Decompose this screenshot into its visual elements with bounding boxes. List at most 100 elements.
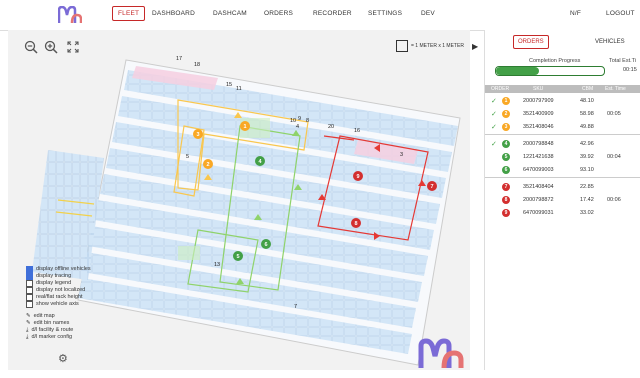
- checkbox[interactable]: [26, 294, 33, 301]
- cbm-cell: 17.42: [580, 197, 594, 203]
- map-label-11: 11: [236, 86, 242, 92]
- option-real-flat-rack-height[interactable]: real/flat rack height: [26, 294, 91, 301]
- table-row[interactable]: 9 6470099031 33.02: [485, 207, 640, 219]
- checkbox[interactable]: [26, 266, 33, 273]
- top-nav: FLEET DASHBOARD DASHCAM ORDERS RECORDER …: [0, 0, 640, 31]
- check-icon: ✓: [491, 124, 497, 131]
- table-row[interactable]: ✓ 4 2000798848 42.96: [485, 138, 640, 150]
- orders-panel: ORDERS VEHICLES Completion Progress Tota…: [484, 30, 640, 370]
- table-row[interactable]: ✓ 1 2000797909 48.10: [485, 95, 640, 107]
- svg-text:5: 5: [236, 254, 239, 260]
- option-display-not-localized[interactable]: display not localized: [26, 287, 91, 294]
- svg-text:3: 3: [196, 132, 199, 138]
- map-label-18: 18: [194, 62, 200, 68]
- table-row[interactable]: 6 6470099003 93.10: [485, 164, 640, 176]
- map-label-13: 13: [214, 262, 220, 268]
- nav-recorder[interactable]: RECORDER: [313, 10, 352, 17]
- cbm-cell: 93.10: [580, 167, 594, 173]
- cbm-cell: 49.88: [580, 124, 594, 130]
- order-number-badge: 5: [502, 153, 510, 161]
- ma-logo[interactable]: [58, 6, 82, 24]
- orders-table-header: ORDER SKU CBM Est. Time: [485, 85, 640, 93]
- nav-fleet[interactable]: FLEET: [112, 6, 146, 21]
- warehouse-map[interactable]: = 1 METER x 1 METER 17 18 15 11 5 20 16 …: [8, 30, 470, 370]
- checkbox[interactable]: [26, 280, 33, 287]
- action-download-marker-config[interactable]: ⤓ d/l marker config: [26, 334, 91, 341]
- sku-cell: 3521408046: [523, 124, 554, 130]
- order-number-badge: 8: [502, 196, 510, 204]
- total-est-time-value: 00:15: [623, 67, 637, 73]
- option-display-legend[interactable]: display legend: [26, 280, 91, 287]
- edit-icon: ✎: [26, 313, 31, 319]
- progress-fill: [496, 67, 540, 75]
- sku-cell: 3521408404: [523, 184, 554, 190]
- download-icon: ⤓: [26, 327, 29, 333]
- map-label-8: 8: [306, 118, 309, 124]
- map-options: display offline vehicles display tracing…: [26, 266, 91, 341]
- action-download-facility-route[interactable]: ⤓ d/l facility & route: [26, 327, 91, 334]
- checkbox[interactable]: [26, 273, 33, 280]
- svg-text:1: 1: [243, 124, 246, 130]
- table-row[interactable]: 8 2000798872 17.42 00:06: [485, 194, 640, 206]
- sku-cell: 6470099003: [523, 167, 554, 173]
- svg-text:2: 2: [206, 162, 209, 168]
- total-est-time-label: Total Est.Ti: [609, 58, 636, 64]
- map-label-15: 15: [226, 82, 232, 88]
- option-show-vehicle-axis[interactable]: show vehicle axis: [26, 301, 91, 308]
- table-row[interactable]: 7 3521408404 22.85: [485, 181, 640, 193]
- checkbox[interactable]: [26, 287, 33, 294]
- order-number-badge: 3: [502, 123, 510, 131]
- est-time-cell: 00:05: [607, 111, 621, 117]
- table-row[interactable]: ✓ 2 3521400909 58.98 00:05: [485, 108, 640, 120]
- settings-gear-icon[interactable]: ⚙: [58, 352, 68, 365]
- nav-orders[interactable]: ORDERS: [264, 10, 293, 17]
- table-row[interactable]: 5 1221421638 39.92 00:04: [485, 151, 640, 163]
- group-divider: [485, 177, 640, 178]
- edit-icon: ✎: [26, 320, 31, 326]
- action-edit-map[interactable]: ✎ edit map: [26, 313, 91, 320]
- est-time-cell: 00:04: [607, 154, 621, 160]
- map-label-7: 7: [294, 304, 297, 310]
- sku-cell: 3521400909: [523, 111, 554, 117]
- map-label-3: 3: [400, 152, 403, 158]
- checkbox[interactable]: [26, 301, 33, 308]
- cbm-cell: 22.85: [580, 184, 594, 190]
- map-label-20: 20: [328, 124, 334, 130]
- nav-dashcam[interactable]: DASHCAM: [213, 10, 247, 17]
- order-number-badge: 2: [502, 110, 510, 118]
- nav-dev[interactable]: DEV: [421, 10, 435, 17]
- map-label-16: 16: [354, 128, 360, 134]
- map-label-9: 9: [298, 116, 301, 122]
- sku-cell: 1221421638: [523, 154, 554, 160]
- sku-cell: 2000798872: [523, 197, 554, 203]
- map-label-17: 17: [176, 56, 182, 62]
- svg-text:7: 7: [430, 184, 433, 190]
- option-display-offline-vehicles[interactable]: display offline vehicles: [26, 266, 91, 273]
- svg-text:6: 6: [264, 242, 267, 248]
- nav-dashboard[interactable]: DASHBOARD: [152, 10, 195, 17]
- order-number-badge: 1: [502, 97, 510, 105]
- cbm-cell: 39.92: [580, 154, 594, 160]
- table-row[interactable]: ✓ 3 3521408046 49.88: [485, 121, 640, 133]
- tab-orders[interactable]: ORDERS: [513, 35, 549, 49]
- order-number-badge: 6: [502, 166, 510, 174]
- collapse-panel-icon[interactable]: ▶: [472, 42, 482, 52]
- logout-button[interactable]: LOGOUT: [606, 10, 635, 17]
- option-display-tracing[interactable]: display tracing: [26, 273, 91, 280]
- download-icon: ⤓: [26, 334, 29, 340]
- group-divider: [485, 134, 640, 135]
- cbm-cell: 42.96: [580, 141, 594, 147]
- sku-cell: 2000798848: [523, 141, 554, 147]
- action-edit-bin-names[interactable]: ✎ edit bin names: [26, 320, 91, 327]
- completion-progress-bar: [495, 66, 605, 76]
- tab-vehicles[interactable]: VEHICLES: [595, 39, 625, 45]
- check-icon: ✓: [491, 111, 497, 118]
- col-est-time: Est. Time: [605, 86, 626, 92]
- cbm-cell: 33.02: [580, 210, 594, 216]
- user-name[interactable]: N/F: [570, 10, 581, 17]
- est-time-cell: 00:06: [607, 197, 621, 203]
- nav-settings[interactable]: SETTINGS: [368, 10, 402, 17]
- order-number-badge: 4: [502, 140, 510, 148]
- sku-cell: 2000797909: [523, 98, 554, 104]
- svg-text:9: 9: [356, 174, 359, 180]
